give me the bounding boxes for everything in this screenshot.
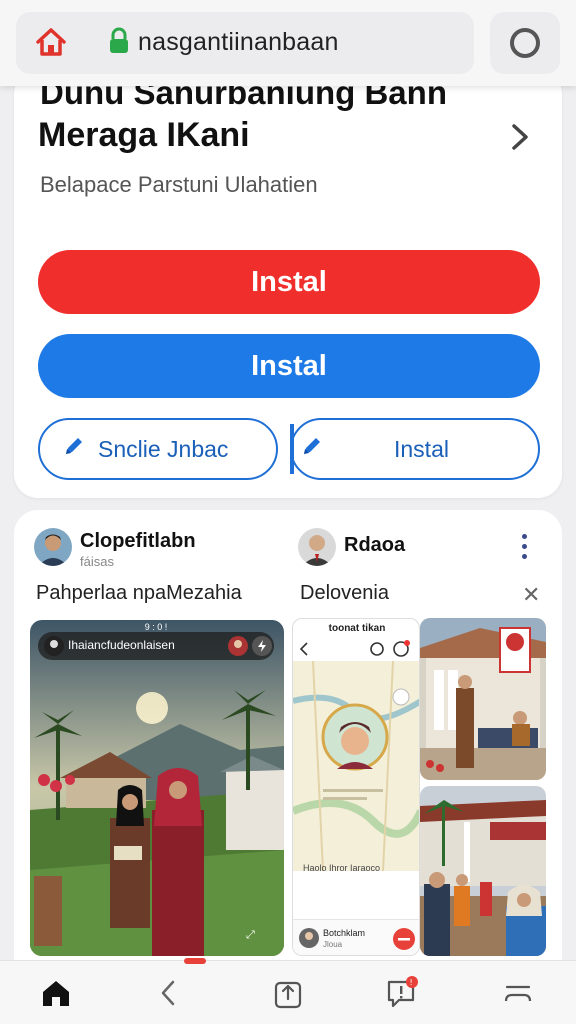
- nav-home[interactable]: [38, 975, 74, 1011]
- bottom-navigation: !: [0, 960, 576, 1024]
- outline-button-right[interactable]: Instal: [290, 418, 540, 480]
- street-photo: [420, 786, 546, 956]
- outline-button-left[interactable]: Snclie Jnbac: [38, 418, 278, 480]
- phone-footer-sub: Jloua: [323, 940, 343, 949]
- landscape-photo: ⤢: [30, 620, 284, 956]
- app-title: Meraga IKani: [38, 116, 250, 154]
- post-author-handle: fáisas: [80, 554, 114, 569]
- post-image[interactable]: [420, 786, 546, 956]
- address-bar[interactable]: nasgantiinanbaan: [16, 12, 474, 74]
- nav-notifications[interactable]: !: [384, 975, 420, 1011]
- nav-indicator: [184, 958, 206, 964]
- live-overlay-bar: 9 : 0 ! Ihaiancfudeonlaisen: [38, 622, 274, 660]
- nav-share[interactable]: [270, 975, 306, 1011]
- phone-mockup[interactable]: toonat tikan Haolo Ihror Iaraoco Botchkl…: [292, 618, 420, 956]
- home-icon[interactable]: [34, 26, 68, 63]
- phone-footer-name: Botchklam: [323, 928, 366, 938]
- post-author-name[interactable]: Rdaoa: [344, 534, 405, 557]
- install-button-blue[interactable]: Instal: [38, 334, 540, 398]
- feed-card: Clopefitlabn fáisas Pahperlaa npaMezahia…: [14, 510, 562, 980]
- svg-text:!: !: [410, 978, 413, 987]
- post-description: Pahperlaa npaMezahia: [36, 582, 242, 604]
- more-options-icon[interactable]: [522, 534, 528, 564]
- lock-icon: [108, 27, 130, 60]
- outline-button-left-label: Snclie Jnbac: [98, 435, 229, 462]
- menu-icon: [504, 985, 532, 1002]
- avatar: [44, 636, 64, 656]
- divider: [290, 424, 294, 474]
- nav-menu[interactable]: [500, 975, 536, 1011]
- chevron-right-icon[interactable]: [508, 120, 532, 159]
- browser-toolbar: nasgantiinanbaan: [0, 0, 576, 86]
- map-illustration: [293, 660, 419, 872]
- post-author-name[interactable]: Clopefitlabn: [80, 530, 196, 553]
- pencil-icon: [300, 434, 324, 464]
- remove-icon[interactable]: [393, 928, 415, 950]
- avatar: [299, 928, 319, 948]
- share-icon: [274, 981, 302, 1009]
- post-image[interactable]: [420, 618, 546, 780]
- building-photo: [420, 618, 546, 780]
- phone-footer: Botchklam Jloua: [293, 919, 419, 955]
- back-icon: [161, 980, 175, 1006]
- flash-icon[interactable]: [252, 636, 272, 656]
- tabs-icon: [510, 28, 540, 58]
- phone-header: toonat tikan: [328, 623, 386, 634]
- avatar: [228, 636, 248, 656]
- overlay-time: 9 : 0 !: [144, 622, 168, 632]
- post-description: Delovenia: [300, 582, 389, 604]
- svg-text:⤢: ⤢: [246, 928, 255, 941]
- avatar[interactable]: [298, 528, 336, 566]
- phone-caption: Haolo Ihror Iaraoco: [303, 863, 381, 873]
- app-subtitle: Belapace Parstuni Ulahatien: [40, 172, 318, 197]
- overlay-title: Ihaiancfudeonlaisen: [68, 638, 175, 652]
- tabs-button[interactable]: [490, 12, 560, 74]
- url-text[interactable]: nasgantiinanbaan: [138, 28, 339, 57]
- pencil-icon: [62, 434, 86, 464]
- install-button-red[interactable]: Instal: [38, 250, 540, 314]
- notifications-icon: !: [387, 976, 418, 1008]
- nav-back[interactable]: [150, 975, 186, 1011]
- outline-button-right-label: Instal: [394, 435, 449, 462]
- app-install-card: Dunu Sanurbaniung Bann Meraga IKani Bela…: [14, 70, 562, 498]
- post-image[interactable]: ⤢ 9 : 0 ! Ihaiancfudeonlaisen: [30, 620, 284, 956]
- home-icon: [43, 981, 69, 1006]
- close-icon[interactable]: ✕: [522, 582, 540, 608]
- avatar[interactable]: [34, 528, 72, 566]
